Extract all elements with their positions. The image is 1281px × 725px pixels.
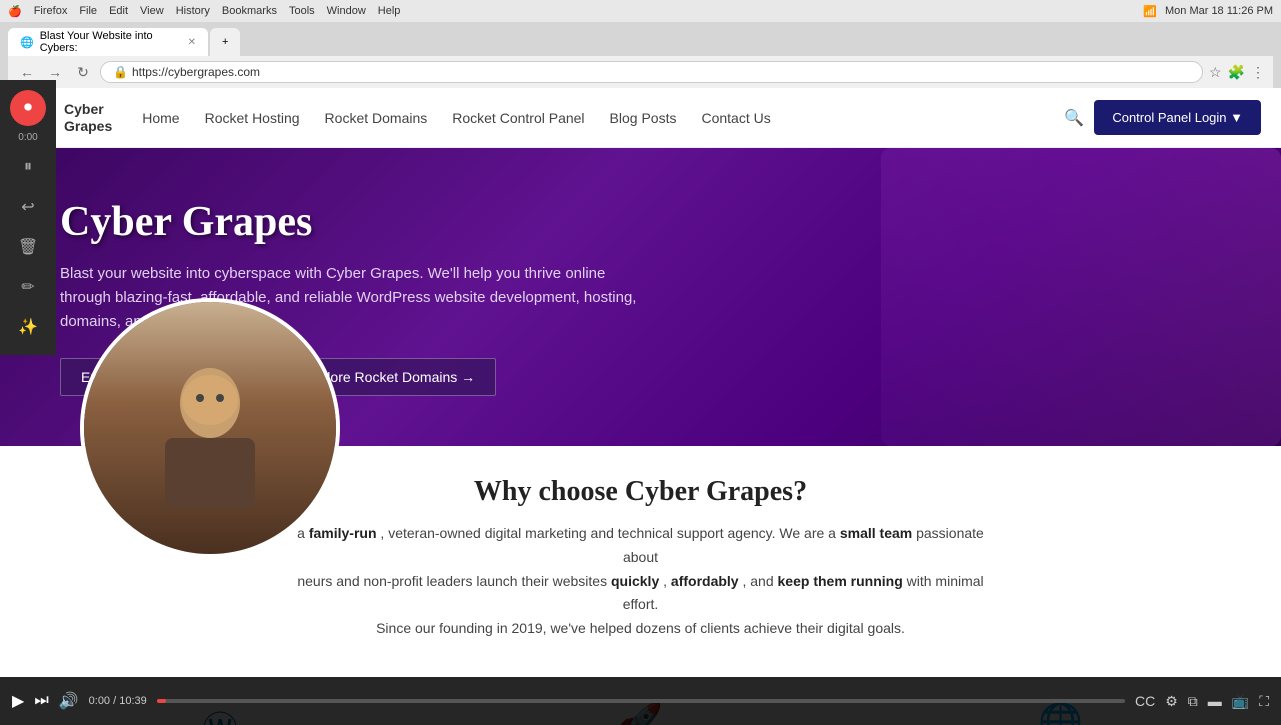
nav-links: Home Rocket Hosting Rocket Domains Rocke… [142, 110, 1064, 126]
logo-line1: Cyber [64, 101, 104, 117]
why-text2: , veteran-owned digital marketing and te… [380, 525, 839, 541]
video-time: 0:00 / 10:39 [89, 695, 147, 707]
delete-button[interactable]: 🗑 [10, 229, 46, 265]
apple-icon[interactable]: 🍎 [8, 5, 22, 18]
hero-title: Cyber Grapes [60, 198, 660, 246]
pip-icon[interactable]: ⧉ [1188, 693, 1198, 710]
bookmarks-menu[interactable]: Bookmarks [222, 5, 277, 17]
tab-title: Blast Your Website into Cybers: [40, 30, 182, 54]
overflow-icon[interactable]: ⋮ [1251, 64, 1265, 81]
file-menu[interactable]: File [79, 5, 97, 17]
extensions-icon[interactable]: 🧩 [1228, 64, 1245, 81]
why-bold2: small team [840, 525, 912, 541]
nav-rocket-hosting[interactable]: Rocket Hosting [205, 110, 300, 126]
presenter-video [80, 298, 340, 558]
site-navigation: 🍇 Cyber Grapes Home Rocket Hosting Rocke… [0, 88, 1281, 148]
cast-icon[interactable]: 📺 [1232, 693, 1249, 710]
os-menu-right: 📶 Mon Mar 18 11:26 PM [1143, 5, 1273, 18]
edit-button[interactable]: ✏ [10, 269, 46, 305]
volume-button[interactable]: 🔊 [59, 691, 79, 711]
new-tab-btn[interactable]: + [210, 28, 240, 56]
presenter-image [84, 302, 336, 554]
pause-button[interactable]: ⏸ [10, 149, 46, 185]
help-menu[interactable]: Help [378, 5, 401, 17]
recording-sidebar: ⏺ 0:00 ⏸ ↩ 🗑 ✏ ✨ [0, 80, 56, 355]
tools-menu[interactable]: Tools [289, 5, 315, 17]
browser-tabs: 🌐 Blast Your Website into Cybers: ✕ + [8, 28, 1273, 56]
bookmark-star-icon[interactable]: ☆ [1209, 64, 1222, 81]
search-icon[interactable]: 🔍 [1064, 108, 1084, 128]
history-menu[interactable]: History [176, 5, 210, 17]
why-bold1: family-run [309, 525, 377, 541]
url-bar[interactable]: 🔒 https://cybergrapes.com [100, 61, 1203, 83]
why-bold3: quickly [611, 573, 659, 589]
why-and: , and [742, 573, 777, 589]
video-controls: ▶ ⏭ 🔊 0:00 / 10:39 CC ⚙ ⧉ ▬ 📺 ⛶ [0, 677, 1281, 725]
os-menu-left: 🍎 Firefox File Edit View History Bookmar… [8, 5, 400, 18]
control-panel-login-button[interactable]: Control Panel Login ▼ [1094, 100, 1261, 135]
lock-icon: 🔒 [113, 65, 128, 79]
logo-line2: Grapes [64, 118, 112, 134]
active-tab[interactable]: 🌐 Blast Your Website into Cybers: ✕ [8, 28, 208, 56]
why-bold5: keep them running [778, 573, 903, 589]
nav-contact-us[interactable]: Contact Us [701, 110, 770, 126]
window-menu[interactable]: Window [327, 5, 366, 17]
skip-forward-button[interactable]: ⏭ [34, 692, 48, 710]
browser-chrome: 🌐 Blast Your Website into Cybers: ✕ + ← … [0, 22, 1281, 88]
tab-favicon: 🌐 [20, 36, 34, 49]
nav-home[interactable]: Home [142, 110, 179, 126]
browser-toolbar: ← → ↻ 🔒 https://cybergrapes.com ☆ 🧩 ⋮ [8, 56, 1273, 88]
record-time: 0:00 [18, 132, 37, 143]
website-content: 🍇 Cyber Grapes Home Rocket Hosting Rocke… [0, 88, 1281, 725]
why-comma1: , [663, 573, 671, 589]
logo-text: Cyber Grapes [64, 101, 112, 135]
play-button[interactable]: ▶ [12, 691, 24, 711]
tab-close-btn[interactable]: ✕ [188, 37, 196, 48]
settings-icon[interactable]: ⚙ [1165, 693, 1178, 710]
firefox-menu[interactable]: Firefox [34, 5, 68, 17]
rewind-button[interactable]: ↩ [10, 189, 46, 225]
progress-bar[interactable] [157, 699, 1125, 703]
view-menu[interactable]: View [140, 5, 164, 17]
fullscreen-icon[interactable]: ⛶ [1259, 693, 1269, 710]
effects-button[interactable]: ✨ [10, 309, 46, 345]
theater-icon[interactable]: ▬ [1208, 693, 1222, 709]
why-text: a family-run , veteran-owned digital mar… [291, 522, 991, 641]
why-text1: a [297, 525, 309, 541]
url-text[interactable]: https://cybergrapes.com [132, 65, 260, 79]
nav-control-panel[interactable]: Rocket Control Panel [452, 110, 584, 126]
os-menubar: 🍎 Firefox File Edit View History Bookmar… [0, 0, 1281, 22]
why-bold4: affordably [671, 573, 739, 589]
toolbar-right: ☆ 🧩 ⋮ [1209, 64, 1265, 81]
progress-fill [157, 699, 167, 703]
nav-rocket-domains[interactable]: Rocket Domains [325, 110, 428, 126]
astronaut-image [881, 148, 1281, 446]
edit-menu[interactable]: Edit [109, 5, 128, 17]
datetime: Mon Mar 18 11:26 PM [1165, 5, 1273, 17]
cc-icon[interactable]: CC [1135, 693, 1155, 709]
record-button[interactable]: ⏺ [10, 90, 46, 126]
reload-button[interactable]: ↻ [72, 61, 94, 83]
nav-blog-posts[interactable]: Blog Posts [610, 110, 677, 126]
wifi-icon: 📶 [1143, 5, 1157, 18]
